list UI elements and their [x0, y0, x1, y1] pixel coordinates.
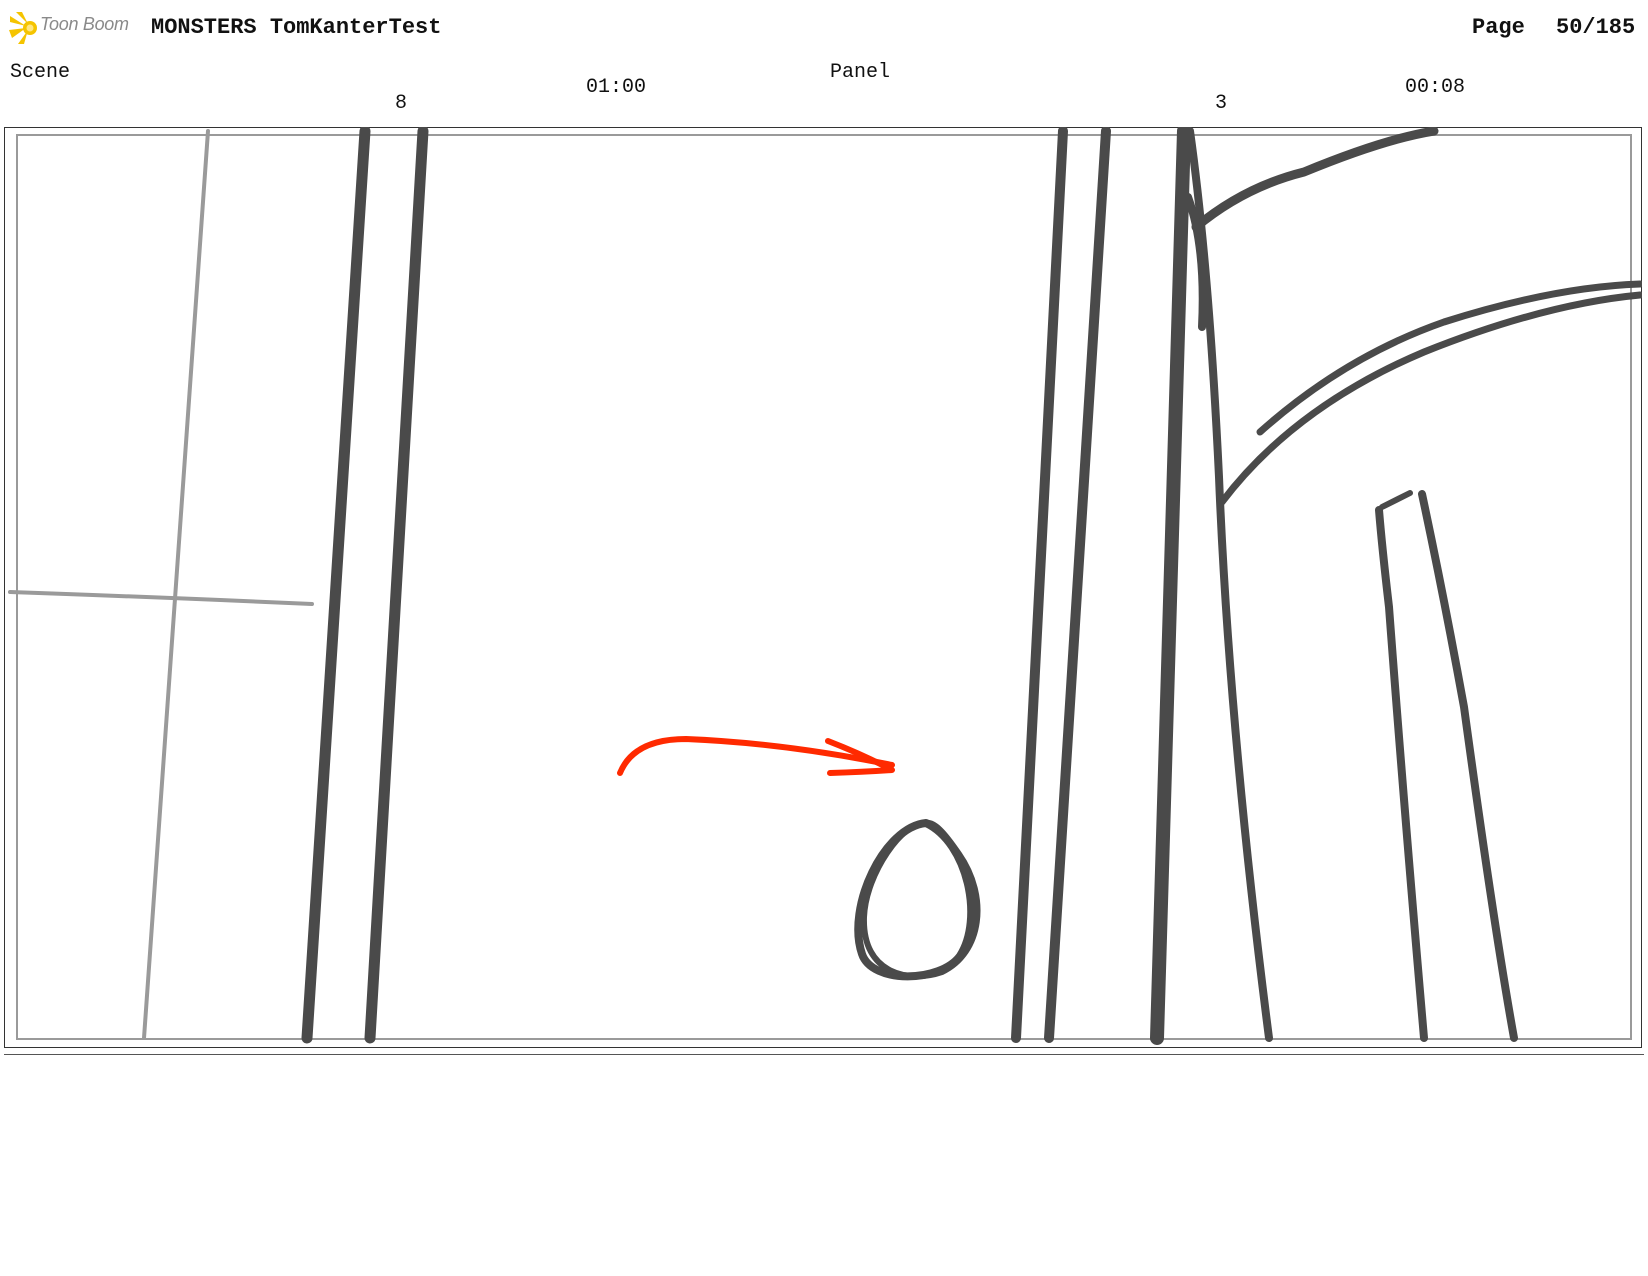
stem-top: [1379, 490, 1413, 510]
scene-label: Scene: [10, 61, 71, 84]
trunk-left-edge: [1150, 127, 1191, 1045]
stem-left: [1375, 506, 1428, 1042]
panel-duration: 00:08: [1405, 76, 1466, 99]
page-number: 50/185: [1556, 15, 1636, 40]
scene-number: 8: [395, 92, 408, 115]
panel-label: Panel: [830, 61, 891, 84]
logo-wordmark: Toon Boom: [40, 14, 129, 34]
panel-number: 3: [1215, 92, 1228, 115]
pole-left-1: [301, 127, 371, 1044]
project-title: MONSTERS TomKanterTest: [151, 15, 442, 40]
motion-arrow-shaft: [617, 736, 895, 776]
panel-separator-line: [4, 1054, 1644, 1055]
guide-line-vertical: [142, 129, 210, 1040]
page-label: Page: [1472, 15, 1525, 40]
scene-duration: 01:00: [586, 76, 647, 99]
pole-left-2: [364, 127, 429, 1044]
guide-line-horizontal: [8, 590, 314, 606]
toon-boom-star-icon: [9, 12, 37, 44]
stem-right: [1418, 490, 1518, 1042]
panel-sketch: [8, 127, 1642, 1045]
branch-upper: [1191, 127, 1439, 232]
